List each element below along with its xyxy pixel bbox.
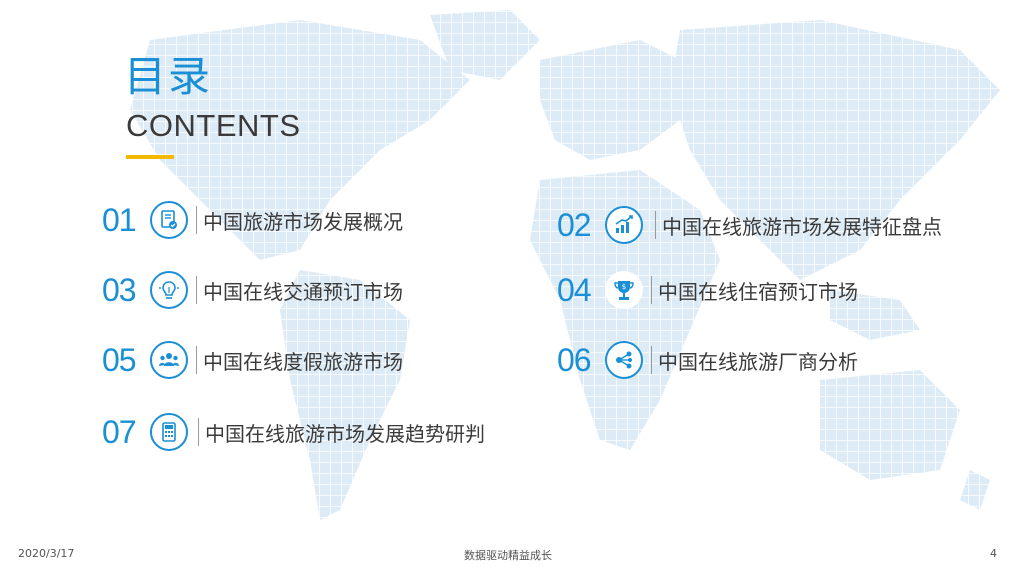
- toc-item-05[interactable]: 05 中国在线度假旅游市场: [102, 338, 403, 382]
- toc-label: 中国在线度假旅游市场: [203, 349, 403, 374]
- toc-label: 中国旅游市场发展概况: [203, 209, 403, 234]
- users-icon: [150, 341, 188, 379]
- share-icon: [605, 341, 643, 379]
- separator: [651, 276, 652, 304]
- toc-item-07[interactable]: 07 中国在线旅游市场发展趋势研判: [102, 410, 485, 454]
- toc-number: 05: [102, 341, 137, 378]
- document-check-icon: [150, 201, 188, 239]
- toc-number: 07: [102, 413, 137, 450]
- toc-label: 中国在线旅游市场发展特征盘点: [662, 214, 942, 239]
- toc-number: 04: [557, 271, 592, 308]
- toc-item-04[interactable]: 04 $ 中国在线住宿预订市场: [557, 268, 858, 312]
- svg-text:$: $: [622, 283, 626, 291]
- toc-number: 06: [557, 341, 592, 378]
- toc-label: 中国在线交通预订市场: [203, 279, 403, 304]
- separator: [655, 211, 656, 239]
- toc-number: 03: [102, 271, 137, 308]
- toc-item-06[interactable]: 06 中国在线旅游厂商分析: [557, 338, 858, 382]
- page-subtitle: CONTENTS: [126, 108, 301, 143]
- footer-date: 2020/3/17: [18, 547, 75, 560]
- toc-label: 中国在线住宿预订市场: [658, 279, 858, 304]
- separator: [651, 346, 652, 374]
- title-underline: [126, 155, 174, 159]
- toc-item-02[interactable]: 02 中国在线旅游市场发展特征盘点: [557, 203, 942, 247]
- toc-number: 01: [102, 201, 137, 238]
- page-number: 4: [990, 547, 997, 560]
- toc-number: 02: [557, 206, 592, 243]
- toc-label: 中国在线旅游市场发展趋势研判: [205, 421, 485, 446]
- toc-item-03[interactable]: 03 中国在线交通预订市场: [102, 268, 403, 312]
- lightbulb-icon: [150, 271, 188, 309]
- toc-label: 中国在线旅游厂商分析: [658, 349, 858, 374]
- separator: [196, 346, 197, 374]
- separator: [196, 206, 197, 234]
- separator: [196, 276, 197, 304]
- separator: [198, 418, 199, 446]
- footer-slogan: 数据驱动精益成长: [464, 549, 552, 562]
- page-title: 目录: [124, 52, 213, 101]
- bar-chart-icon: [605, 206, 643, 244]
- trophy-icon: $: [605, 271, 643, 309]
- calculator-icon: [150, 413, 188, 451]
- toc-item-01[interactable]: 01 中国旅游市场发展概况: [102, 198, 403, 242]
